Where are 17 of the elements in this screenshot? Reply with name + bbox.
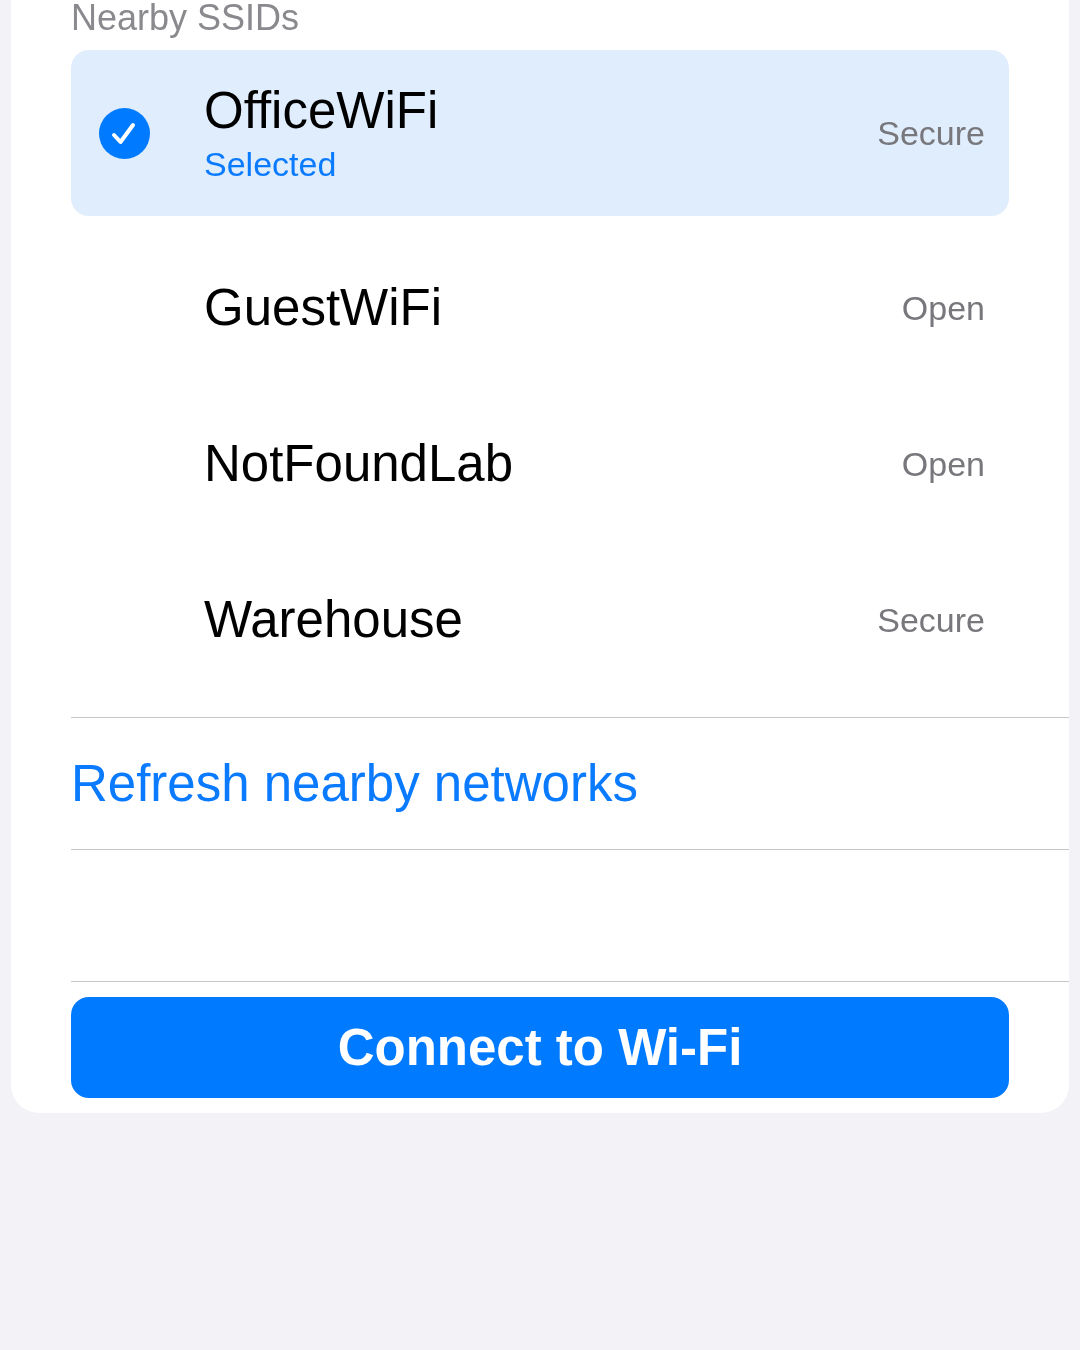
security-label: Open [901,288,985,328]
refresh-link[interactable]: Refresh nearby networks [71,753,638,814]
network-name: OfficeWiFi [204,82,440,140]
connect-button[interactable]: Connect to Wi-Fi [71,997,1009,1098]
network-name: NotFoundLab [204,435,515,493]
network-name: GuestWiFi [204,279,444,337]
network-row[interactable]: Warehouse Secure [71,556,1009,684]
selected-label: Selected [204,144,338,184]
network-name: Warehouse [204,591,464,649]
network-row[interactable]: NotFoundLab Open [71,400,1009,528]
section-header: Nearby SSIDs [71,0,301,36]
security-label: Open [901,444,985,484]
network-row[interactable]: OfficeWiFi Selected Secure [71,50,1009,216]
security-label: Secure [877,600,985,640]
security-label: Secure [877,113,985,153]
network-row[interactable]: GuestWiFi Open [71,244,1009,372]
checkmark-icon [99,107,150,159]
